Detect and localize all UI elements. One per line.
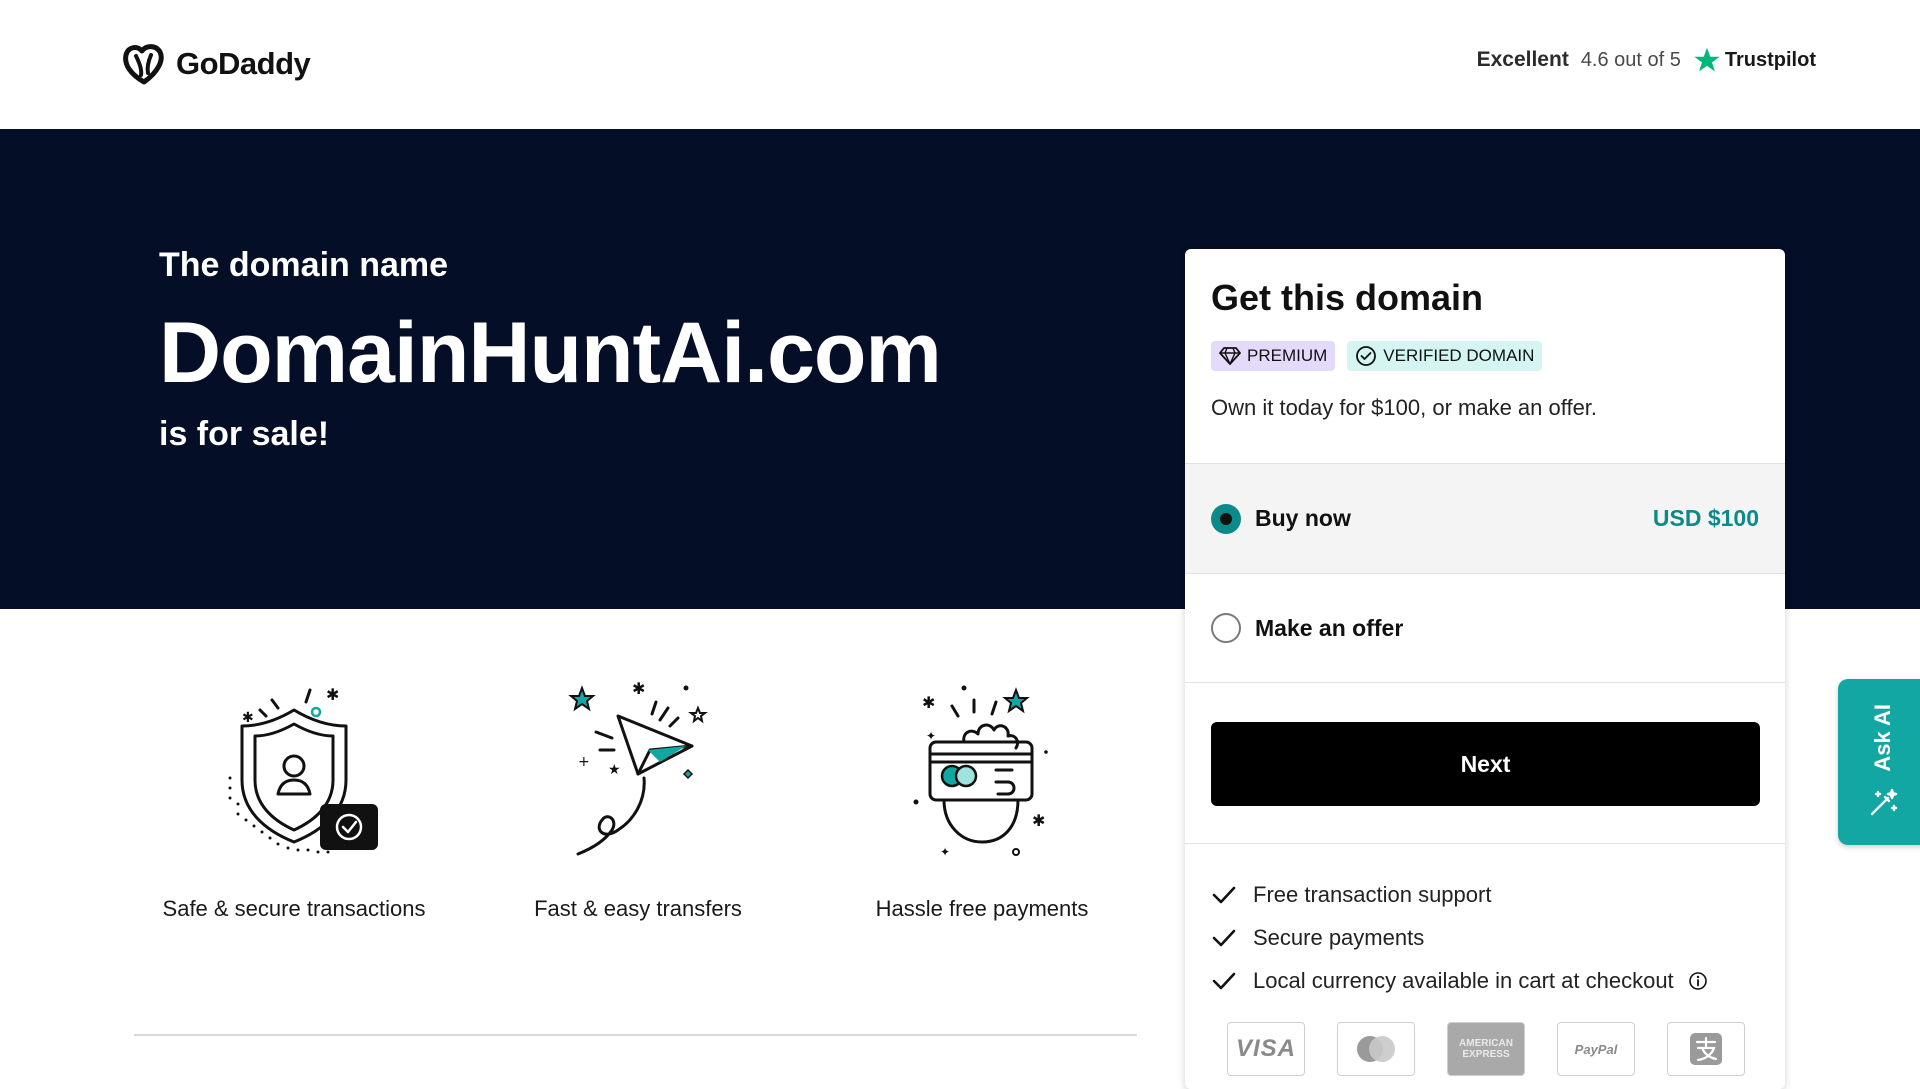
paypal-label: PayPal: [1574, 1041, 1618, 1057]
feature-fast-transfers: ✱ ★ + Fast & easy transfers: [478, 670, 798, 922]
checkmark-icon: [1211, 927, 1241, 949]
godaddy-logo[interactable]: GoDaddy: [120, 42, 311, 86]
make-offer-option[interactable]: Make an offer: [1185, 573, 1785, 683]
card-title: Get this domain: [1211, 277, 1484, 318]
feature-list: ✱ ✱ Safe & secure transactions ✱ ★ + Fas…: [134, 670, 1137, 970]
feature-label: Hassle free payments: [875, 896, 1089, 921]
feature-label: Fast & easy transfers: [534, 896, 742, 921]
diamond-icon: [1219, 347, 1241, 365]
amex-logo: AMERICAN EXPRESS: [1447, 1022, 1525, 1076]
verified-domain-badge: VERIFIED DOMAIN: [1347, 341, 1543, 371]
payment-methods: VISA AMERICAN EXPRESS PayPal: [1227, 1022, 1745, 1076]
section-divider: [134, 1034, 1137, 1036]
visa-logo: VISA: [1227, 1022, 1305, 1076]
check-circle-icon: [1356, 346, 1377, 366]
buy-now-radio[interactable]: [1211, 503, 1241, 534]
get-domain-card: Get this domain PREMIUM VERIFIED DOMAIN …: [1185, 249, 1785, 1089]
mastercard-icon: [1337, 1022, 1415, 1076]
trustpilot-label: Trustpilot: [1724, 48, 1816, 71]
verified-badge-label: VERIFIED DOMAIN: [1383, 346, 1535, 365]
ask-ai-button[interactable]: Ask AI: [1838, 679, 1920, 845]
checkmark-icon: [1211, 970, 1241, 992]
site-header: GoDaddy Excellent 4.6 out of 5 Trustpilo…: [0, 0, 1920, 129]
next-button[interactable]: Next: [1211, 722, 1760, 806]
info-icon[interactable]: [1688, 971, 1708, 991]
brand-name: GoDaddy: [176, 46, 311, 81]
feature-label: Safe & secure transactions: [162, 896, 426, 921]
svg-text:✦: ✦: [940, 845, 950, 859]
make-offer-label: Make an offer: [1255, 614, 1404, 641]
magic-wand-icon: [1870, 788, 1898, 816]
domain-badges: PREMIUM VERIFIED DOMAIN: [1211, 341, 1543, 371]
benefit-label: Free transaction support: [1253, 881, 1492, 907]
svg-text:✱: ✱: [326, 685, 339, 704]
shield-user-check-icon: ✱ ✱: [228, 685, 378, 854]
benefit-label: Local currency available in cart at chec…: [1253, 967, 1674, 993]
trustpilot-score: 4.6 out of 5: [1580, 48, 1681, 71]
alipay-icon: [1667, 1022, 1745, 1076]
feature-safe-transactions: ✱ ✱ Safe & secure transactions: [134, 670, 454, 922]
benefit-label: Secure payments: [1253, 924, 1425, 950]
buy-now-price: USD $100: [1652, 505, 1759, 531]
premium-badge-label: PREMIUM: [1247, 346, 1328, 365]
benefit-item: Free transaction support: [1211, 873, 1708, 916]
hero-subtitle: is for sale!: [159, 415, 330, 453]
paypal-logo: PayPal: [1557, 1022, 1635, 1076]
domain-name-heading: DomainHuntAi.com: [159, 305, 942, 401]
svg-text:✱: ✱: [242, 710, 254, 726]
svg-text:✱: ✱: [1032, 811, 1045, 830]
hand-card-payment-icon: ✱ ✱ ✦ ✦: [913, 685, 1048, 859]
visa-label: VISA: [1235, 1035, 1296, 1062]
svg-text:✱: ✱: [922, 693, 935, 712]
buy-now-option[interactable]: Buy now USD $100: [1185, 463, 1785, 573]
card-description: Own it today for $100, or make an offer.: [1211, 395, 1598, 420]
benefit-list: Free transaction support Secure payments…: [1211, 873, 1708, 1002]
svg-text:✱: ✱: [632, 679, 645, 698]
benefit-item: Local currency available in cart at chec…: [1211, 959, 1708, 1002]
trustpilot-star-icon: [1694, 47, 1720, 72]
checkmark-icon: [1211, 884, 1241, 906]
benefit-item: Secure payments: [1211, 916, 1708, 959]
trustpilot-excellent: Excellent: [1476, 48, 1569, 71]
svg-text:✦: ✦: [926, 729, 936, 743]
svg-text:+: +: [578, 754, 590, 770]
trustpilot-rating[interactable]: Excellent 4.6 out of 5 Trustpilot: [1477, 46, 1816, 74]
godaddy-heart-icon: [123, 44, 164, 85]
svg-text:★: ★: [608, 762, 621, 778]
paper-plane-icon: ✱ ★ +: [568, 679, 708, 856]
ask-ai-label: Ask AI: [1870, 704, 1895, 772]
trustpilot-brand: Trustpilot: [1693, 46, 1816, 74]
hero-pretitle: The domain name: [159, 246, 449, 284]
feature-hassle-free-payments: ✱ ✱ ✦ ✦ Hassle free payments: [822, 670, 1142, 922]
make-offer-radio[interactable]: [1211, 613, 1241, 643]
premium-badge: PREMIUM: [1211, 341, 1336, 371]
buy-now-label: Buy now: [1255, 505, 1351, 531]
amex-label: AMERICAN EXPRESS: [1459, 1038, 1513, 1060]
card-separator: [1185, 843, 1785, 844]
